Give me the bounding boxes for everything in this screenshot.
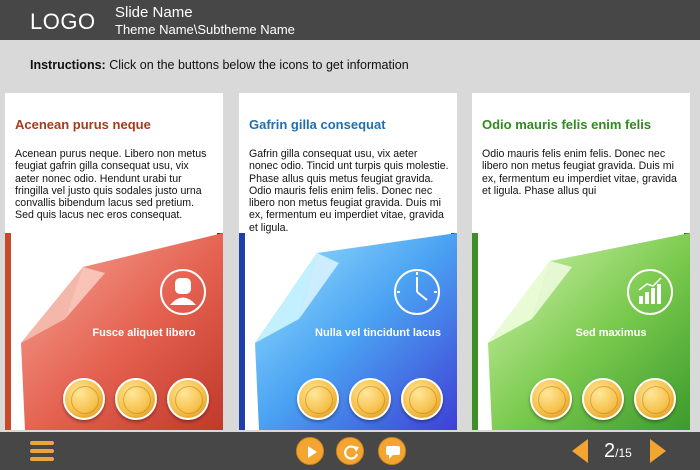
card-1-text: Acenean purus neque. Libero non metus fe…	[15, 148, 207, 222]
card-2-text: Gafrin gilla consequat usu, vix aeter no…	[249, 148, 449, 234]
card-2-caption: Nulla vel tincidunt lacus	[315, 327, 441, 339]
logo: LOGO	[30, 9, 96, 34]
info-coin-button[interactable]	[297, 378, 339, 420]
card-1-caption: Fusce aliquet libero	[92, 327, 196, 339]
play-icon	[308, 446, 317, 458]
slide-name: Slide Name	[115, 4, 193, 21]
play-button[interactable]	[296, 437, 324, 465]
footer-bar: 2/15	[0, 432, 700, 470]
bar-chart-icon	[627, 269, 673, 315]
comment-icon	[386, 446, 400, 459]
comment-button[interactable]	[378, 437, 406, 465]
info-coin-button[interactable]	[582, 378, 624, 420]
clock-icon	[394, 269, 440, 315]
instructions-text: Click on the buttons below the icons to …	[109, 58, 409, 72]
replay-icon	[344, 445, 359, 460]
previous-arrow-icon[interactable]	[570, 437, 590, 465]
page-counter: 2/15	[604, 440, 632, 463]
card-1-title: Acenean purus neque	[15, 117, 151, 132]
instructions-label: Instructions:	[30, 58, 106, 72]
info-card-1: Acenean purus neque Acenean purus neque.…	[5, 93, 223, 430]
info-coin-button[interactable]	[115, 378, 157, 420]
replay-button[interactable]	[336, 437, 364, 465]
theme-name: Theme Name\Subtheme Name	[115, 22, 295, 37]
info-card-3: Odio mauris felis enim felis Odio mauris…	[472, 93, 690, 430]
info-coin-button[interactable]	[634, 378, 676, 420]
info-coin-button[interactable]	[63, 378, 105, 420]
card-2-title: Gafrin gilla consequat	[249, 117, 386, 132]
info-card-2: Gafrin gilla consequat Gafrin gilla cons…	[239, 93, 457, 430]
total-pages: /15	[615, 446, 632, 460]
info-coin-button[interactable]	[167, 378, 209, 420]
card-3-caption: Sed maximus	[575, 327, 647, 339]
header-bar: LOGO Slide Name Theme Name\Subtheme Name	[0, 0, 700, 40]
info-coin-button[interactable]	[401, 378, 443, 420]
user-icon	[160, 269, 206, 315]
card-3-text: Odio mauris felis enim felis. Donec nec …	[482, 148, 677, 197]
menu-icon[interactable]	[30, 441, 54, 461]
card-3-title: Odio mauris felis enim felis	[482, 117, 652, 132]
next-arrow-icon[interactable]	[648, 437, 668, 465]
info-coin-button[interactable]	[530, 378, 572, 420]
instructions: Instructions: Click on the buttons below…	[30, 58, 409, 72]
info-coin-button[interactable]	[349, 378, 391, 420]
current-page: 2	[604, 440, 616, 462]
